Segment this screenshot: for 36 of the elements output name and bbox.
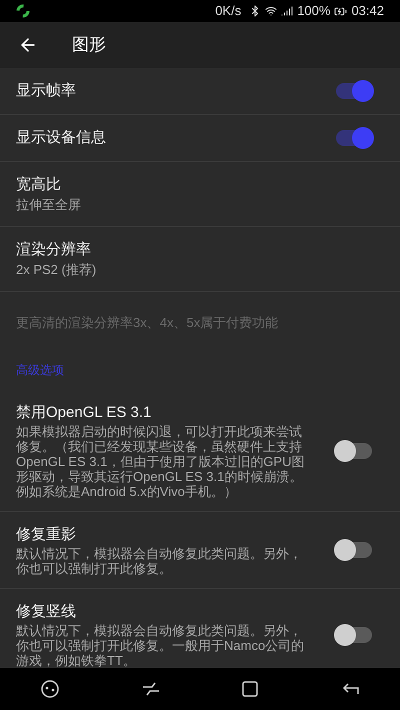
recents-icon[interactable] [142, 682, 160, 696]
toolbar-title: 图形 [72, 34, 106, 56]
signal-icon [281, 5, 294, 17]
network-speed: 0K/s [215, 2, 242, 20]
setting-title: 渲染分辨率 [16, 240, 92, 260]
toggle-switch[interactable] [336, 130, 372, 146]
setting-row[interactable]: 显示帧率 [0, 68, 400, 115]
toggle-switch[interactable] [336, 442, 372, 458]
setting-title: 宽高比 [16, 175, 62, 195]
note-text: 更高清的渲染分辨率3x、4x、5x属于付费功能 [16, 315, 278, 330]
setting-row[interactable]: 渲染分辨率 2x PS2 (推荐) [0, 227, 400, 292]
setting-row[interactable]: 禁用OpenGL ES 3.1 如果模拟器启动的时候闪退，可以打开此项来尝试修复。（我们已经发现某些设备，虽然硬件上支持OpenGL ES 3.1，但由于使用了版本过旧的GPU图形驱动，导致其运行OpenGL ES 3.1的时候崩溃。例如系统是Android 5.x的Vivo手机。） [0, 390, 400, 512]
setting-description: 默认情况下，模拟器会自动修复此类问题。另外，你也可以强制打开此修复。一般用于Namco公司的游戏，例如铁拳TT。 [16, 623, 306, 668]
setting-title: 修复重影 [16, 525, 77, 545]
setting-row[interactable]: 宽高比 拉伸至全屏 [0, 162, 400, 227]
battery-level: 100% [297, 2, 330, 20]
setting-description: 如果模拟器启动的时候闪退，可以打开此项来尝试修复。（我们已经发现某些设备，虽然硬件上支持OpenGL ES 3.1，但由于使用了版本过旧的GPU图形驱动，导致其运行OpenGL ES 3.1的时候崩溃。例如系统是Android 5.x的Vivo手机。） [16, 424, 306, 499]
setting-row[interactable]: 显示设备信息 [0, 115, 400, 162]
setting-title: 显示设备信息 [16, 128, 107, 148]
toggle-switch[interactable] [336, 542, 372, 558]
setting-value: 2x PS2 (推荐) [16, 261, 98, 279]
back-icon[interactable] [340, 682, 359, 696]
home-icon[interactable] [242, 681, 258, 697]
app-logo-icon [16, 4, 30, 18]
setting-title: 修复竖线 [16, 602, 77, 622]
setting-description: 默认情况下，模拟器会自动修复此类问题。另外，你也可以强制打开此修复。 [16, 546, 303, 576]
toggle-switch[interactable] [336, 626, 372, 642]
battery-icon [334, 4, 348, 18]
setting-row[interactable]: 修复重影 默认情况下，模拟器会自动修复此类问题。另外，你也可以强制打开此修复。 [0, 512, 400, 589]
toggle-switch[interactable] [336, 83, 372, 99]
section-header: 高级选项 [16, 363, 64, 377]
setting-value: 拉伸至全屏 [16, 196, 82, 214]
setting-title: 显示帧率 [16, 81, 77, 101]
gamepad-icon[interactable] [41, 680, 60, 698]
clock: 03:42 [351, 2, 384, 20]
setting-title: 禁用OpenGL ES 3.1 [16, 403, 152, 423]
